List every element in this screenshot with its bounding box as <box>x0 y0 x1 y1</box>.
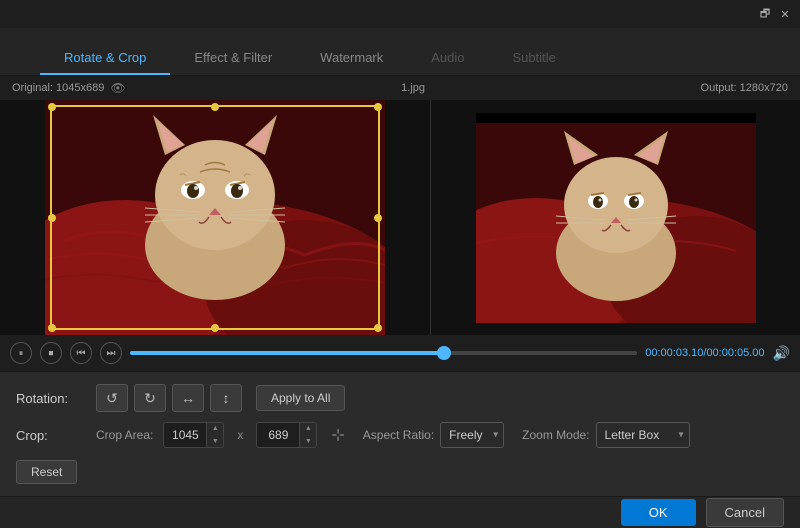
preview-panels <box>0 100 800 335</box>
minimize-button[interactable]: 🗗 <box>758 7 772 21</box>
width-up-button[interactable]: ▲ <box>207 422 223 435</box>
crop-area-label: Crop Area: <box>96 428 153 442</box>
height-up-button[interactable]: ▲ <box>300 422 316 435</box>
rotation-label: Rotation: <box>16 391 86 406</box>
cancel-button[interactable]: Cancel <box>706 498 784 527</box>
width-down-button[interactable]: ▼ <box>207 435 223 448</box>
cat-image-svg-right <box>476 113 756 323</box>
crop-handle-bl[interactable] <box>48 324 56 332</box>
crop-label: Crop: <box>16 428 86 443</box>
aspect-ratio-group: Aspect Ratio: Freely 16:9 4:3 1:1 9:16 <box>363 422 504 448</box>
progress-bar[interactable] <box>130 351 637 355</box>
preview-left <box>0 100 430 335</box>
tab-audio: Audio <box>407 42 488 75</box>
rotation-row: Rotation: ↺ ↻ ↔ ↕ Apply to All <box>16 384 784 412</box>
crop-width-input-group: ▲ ▼ <box>163 422 224 448</box>
height-spinners: ▲ ▼ <box>299 422 316 448</box>
reset-button[interactable]: Reset <box>16 460 77 484</box>
width-spinners: ▲ ▼ <box>206 422 223 448</box>
next-frame-button[interactable]: ⏭ <box>100 342 122 364</box>
original-res: Original: 1045x689 <box>12 82 104 94</box>
aspect-ratio-select-wrapper: Freely 16:9 4:3 1:1 9:16 <box>440 422 504 448</box>
crop-height-input-group: ▲ ▼ <box>256 422 317 448</box>
footer: OK Cancel <box>0 496 800 528</box>
ok-button[interactable]: OK <box>621 499 696 526</box>
tab-subtitle: Subtitle <box>489 42 580 75</box>
zoom-mode-group: Zoom Mode: Letter Box Pan & Scan Full <box>522 422 689 448</box>
crop-handle-bm[interactable] <box>211 324 219 332</box>
crop-handle-tr[interactable] <box>374 103 382 111</box>
main-content: Original: 1045x689 👁 1.jpg Output: 1280x… <box>0 76 800 528</box>
tab-watermark[interactable]: Watermark <box>296 42 407 75</box>
rotation-buttons: ↺ ↻ ↔ ↕ <box>96 384 242 412</box>
source-image <box>45 100 385 335</box>
rotate-right-button[interactable]: ↻ <box>134 384 166 412</box>
progress-fill <box>130 351 444 355</box>
tab-effect-filter[interactable]: Effect & Filter <box>170 42 296 75</box>
eye-icon[interactable]: 👁 <box>110 81 125 95</box>
flip-horizontal-button[interactable]: ↔ <box>172 384 204 412</box>
rotate-left-button[interactable]: ↺ <box>96 384 128 412</box>
close-button[interactable]: ✕ <box>778 7 792 21</box>
crop-width-input[interactable] <box>164 428 206 442</box>
pause-button[interactable]: ⏸ <box>10 342 32 364</box>
crop-handle-mr[interactable] <box>374 214 382 222</box>
stop-button[interactable]: ⏹ <box>40 342 62 364</box>
flip-vertical-button[interactable]: ↕ <box>210 384 242 412</box>
zoom-mode-select[interactable]: Letter Box Pan & Scan Full <box>596 422 690 448</box>
crop-overlay[interactable] <box>50 105 380 330</box>
video-area: Original: 1045x689 👁 1.jpg Output: 1280x… <box>0 76 800 371</box>
crop-handle-tl[interactable] <box>48 103 56 111</box>
crop-handle-br[interactable] <box>374 324 382 332</box>
filename: 1.jpg <box>126 82 701 94</box>
x-separator: x <box>234 428 246 442</box>
progress-thumb[interactable] <box>437 346 451 360</box>
aspect-ratio-select[interactable]: Freely 16:9 4:3 1:1 9:16 <box>440 422 504 448</box>
apply-to-all-button[interactable]: Apply to All <box>256 385 345 411</box>
crop-handle-ml[interactable] <box>48 214 56 222</box>
height-down-button[interactable]: ▼ <box>300 435 316 448</box>
volume-icon[interactable]: 🔊 <box>773 345 790 362</box>
preview-right <box>431 100 800 335</box>
tab-rotate-crop[interactable]: Rotate & Crop <box>40 42 170 75</box>
tab-bar: Rotate & Crop Effect & Filter Watermark … <box>0 28 800 76</box>
aspect-ratio-label: Aspect Ratio: <box>363 428 434 442</box>
crop-height-input[interactable] <box>257 428 299 442</box>
crosshair-icon: ⊹ <box>331 425 344 445</box>
time-display: 00:00:03.10/00:00:05.00 <box>645 347 764 359</box>
title-bar: 🗗 ✕ <box>0 0 800 28</box>
crop-handle-tm[interactable] <box>211 103 219 111</box>
output-image <box>476 113 756 323</box>
zoom-mode-select-wrapper: Letter Box Pan & Scan Full <box>596 422 690 448</box>
output-res: Output: 1280x720 <box>701 82 788 94</box>
prev-frame-button[interactable]: ⏮ <box>70 342 92 364</box>
video-info-bar: Original: 1045x689 👁 1.jpg Output: 1280x… <box>0 76 800 100</box>
playback-bar: ⏸ ⏹ ⏮ ⏭ 00:00:03.10/00:00:05.00 🔊 <box>0 335 800 371</box>
controls-panel: Rotation: ↺ ↻ ↔ ↕ Apply to All Crop: Cro… <box>0 371 800 496</box>
crop-row: Crop: Crop Area: ▲ ▼ x ▲ ▼ ⊹ Aspect Rati… <box>16 422 784 448</box>
zoom-mode-label: Zoom Mode: <box>522 428 589 442</box>
